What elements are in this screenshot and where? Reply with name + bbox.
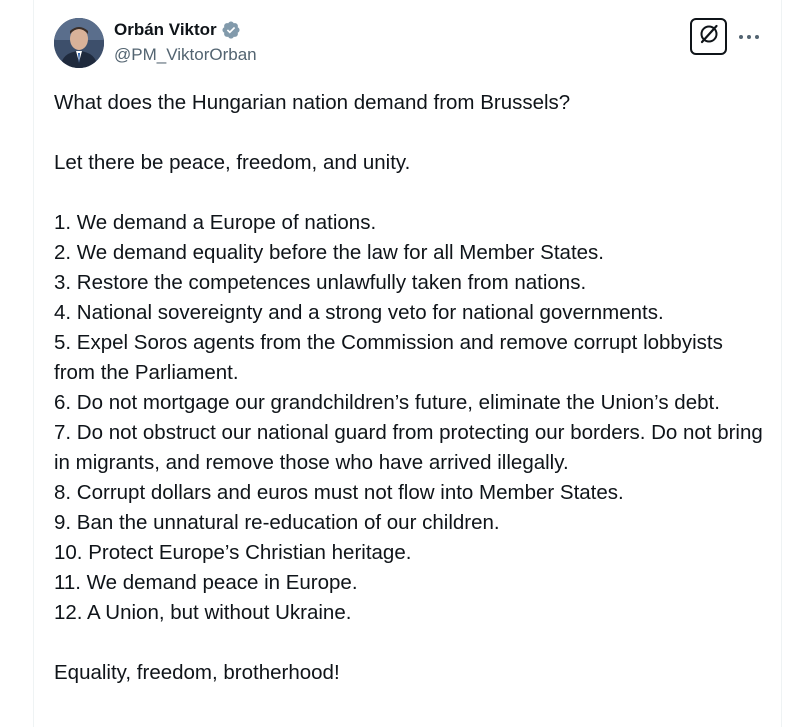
tweet-closing: Equality, freedom, brotherhood! [54,661,340,684]
grok-icon [698,23,720,50]
tweet-text: What does the Hungarian nation demand fr… [54,88,766,688]
more-dots-icon [738,27,760,45]
demand-item: 8. Corrupt dollars and euros must not fl… [54,481,624,504]
demand-item: 6. Do not mortgage our grandchildren’s f… [54,391,720,414]
demand-item: 2. We demand equality before the law for… [54,241,604,264]
line-break [54,118,766,148]
author-handle[interactable]: @PM_ViktorOrban [114,44,257,66]
author-name-row[interactable]: Orbán Viktor [114,19,241,41]
avatar[interactable] [54,18,104,68]
demand-item: 7. Do not obstruct our national guard fr… [54,421,769,474]
demand-item: 11. We demand peace in Europe. [54,571,358,594]
demand-item: 10. Protect Europe’s Christian heritage. [54,541,412,564]
more-options-button[interactable] [736,25,762,47]
tweet-intro: What does the Hungarian nation demand fr… [54,91,571,114]
author-display-name[interactable]: Orbán Viktor [114,19,217,41]
grok-button[interactable] [690,18,727,55]
demand-item: 12. A Union, but without Ukraine. [54,601,352,624]
demand-item: 5. Expel Soros agents from the Commissio… [54,331,729,384]
demand-item: 3. Restore the competences unlawfully ta… [54,271,587,294]
demand-item: 9. Ban the unnatural re-education of our… [54,511,500,534]
demand-item: 1. We demand a Europe of nations. [54,211,377,234]
line-break [54,628,766,658]
tweet-slogan: Let there be peace, freedom, and unity. [54,151,411,174]
verified-badge-icon[interactable] [221,20,241,40]
line-break [54,178,766,208]
demand-item: 4. National sovereignty and a strong vet… [54,301,664,324]
